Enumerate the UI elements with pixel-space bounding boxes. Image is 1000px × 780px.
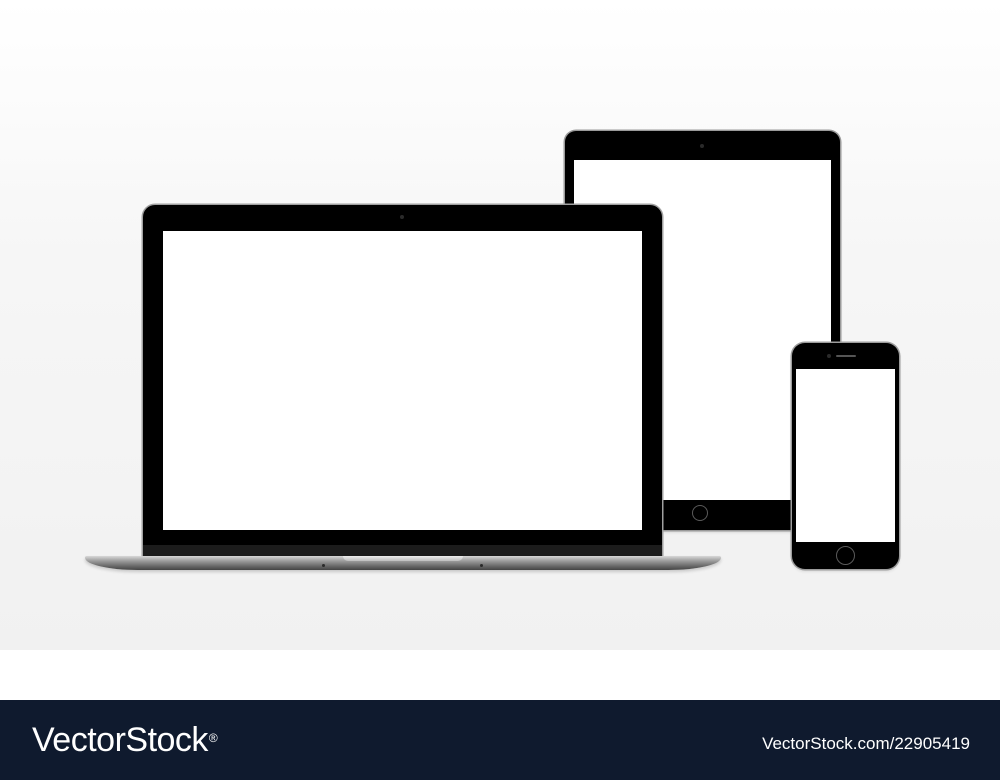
phone-camera-icon — [827, 354, 831, 358]
phone-home-button-icon — [836, 546, 855, 565]
laptop-lid — [143, 205, 662, 557]
laptop-open-notch — [343, 556, 463, 561]
image-id-text: VectorStock.com/22905419 — [762, 734, 970, 753]
laptop-base — [85, 556, 721, 570]
phone-device — [792, 343, 899, 569]
phone-screen — [796, 369, 895, 542]
laptop-screen — [163, 231, 642, 530]
brand-name: VectorStock — [32, 721, 208, 759]
mockup-stage — [0, 0, 1000, 650]
watermark-footer: VectorStock® VectorStock.com/22905419 — [0, 700, 1000, 780]
tablet-home-button-icon — [692, 505, 708, 521]
brand-logo: VectorStock® — [32, 720, 218, 760]
laptop-camera-icon — [400, 215, 404, 219]
registered-mark: ® — [208, 731, 218, 745]
phone-speaker-icon — [836, 355, 856, 357]
laptop-port-right-icon — [480, 564, 483, 567]
laptop-port-left-icon — [322, 564, 325, 567]
separator-strip — [0, 650, 1000, 700]
tablet-camera-icon — [700, 144, 704, 148]
